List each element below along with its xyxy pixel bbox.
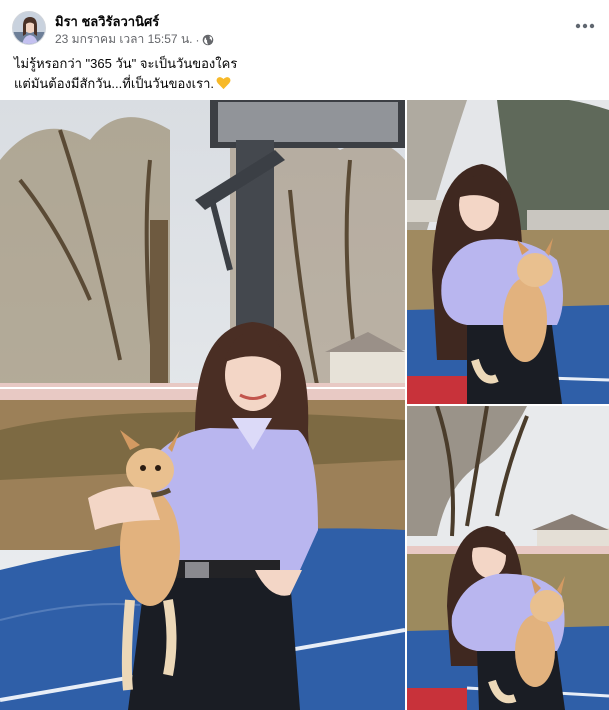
photo-grid <box>0 100 609 710</box>
photo-girl-holding-dog-upper <box>407 100 609 404</box>
avatar-image <box>13 12 45 44</box>
post-timestamp[interactable]: 23 มกราคม เวลา 15:57 น. <box>55 30 192 49</box>
yellow-heart-icon <box>216 76 231 96</box>
photo-bottom-right[interactable] <box>407 406 609 710</box>
globe-icon[interactable] <box>202 34 214 46</box>
post-meta: 23 มกราคม เวลา 15:57 น. · <box>55 30 214 49</box>
more-options-button[interactable] <box>573 14 597 38</box>
caption-line-2: แต่มันต้องมีสักวัน...ที่เป็นวันของเรา. <box>14 76 214 91</box>
photo-girl-holding-dog-lower <box>407 406 609 710</box>
post-caption: ไม่รู้หรอกว่า "365 วัน" จะเป็นวันของใคร … <box>14 54 594 96</box>
author-avatar[interactable] <box>12 11 46 45</box>
caption-line-1: ไม่รู้หรอกว่า "365 วัน" จะเป็นวันของใคร <box>14 56 238 71</box>
meta-separator: · <box>195 32 200 47</box>
more-horizontal-icon <box>575 23 595 29</box>
author-name[interactable]: มิรา ชลวิรัลวานิศร์ <box>55 11 159 32</box>
caption-line-2-wrapper: แต่มันต้องมีสักวัน...ที่เป็นวันของเรา. <box>14 74 594 96</box>
facebook-post: มิรา ชลวิรัลวานิศร์ 23 มกราคม เวลา 15:57… <box>0 0 609 710</box>
photo-top-right[interactable] <box>407 100 609 404</box>
photo-girl-holding-dog-basketball-court <box>0 100 405 710</box>
post-header: มิรา ชลวิรัลวานิศร์ 23 มกราคม เวลา 15:57… <box>0 0 609 48</box>
photo-main[interactable] <box>0 100 405 710</box>
